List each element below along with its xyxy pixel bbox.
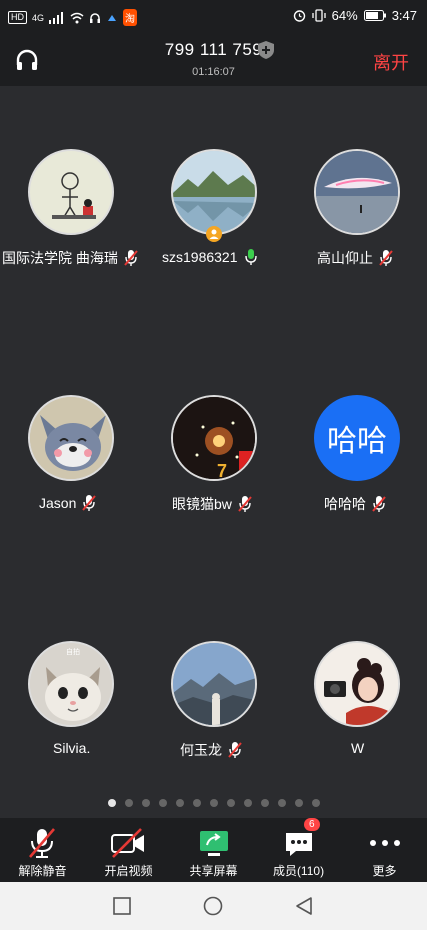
page-dot[interactable] xyxy=(209,799,218,807)
host-badge-icon xyxy=(206,226,222,242)
sky-cloud-avatar xyxy=(316,151,398,233)
avatar-participant-1[interactable] xyxy=(28,149,114,235)
headset-status-icon xyxy=(90,12,101,23)
avatar-participant-9[interactable] xyxy=(314,641,400,727)
share-screen-button[interactable]: 共享屏幕 xyxy=(171,818,256,882)
members-label: 成员(110) xyxy=(272,864,325,878)
page-dot[interactable] xyxy=(311,799,320,807)
video-off-icon xyxy=(111,828,144,858)
mic-muted-icon xyxy=(29,828,55,858)
more-button[interactable]: 更多 xyxy=(342,818,427,882)
share-screen-icon xyxy=(200,831,228,856)
participant-name: 眼镜猫bw xyxy=(172,496,232,512)
participant-name: W xyxy=(351,740,365,756)
battery-icon xyxy=(363,10,386,21)
battery-percent: 64% xyxy=(331,8,358,23)
meeting-duration: 01:16:07 xyxy=(192,66,235,78)
avatar-initials: 哈哈 xyxy=(327,425,387,458)
participant-name: Silvia. xyxy=(53,740,91,756)
participant-name: szs1986321 xyxy=(162,249,238,265)
page-dot[interactable] xyxy=(124,799,133,807)
page-dot[interactable] xyxy=(226,799,235,807)
page-dot[interactable] xyxy=(277,799,286,807)
cloud-app-icon xyxy=(108,14,117,21)
system-nav-bar xyxy=(0,882,427,930)
mic-muted-icon xyxy=(82,495,97,511)
mic-muted-icon xyxy=(228,742,242,758)
page-dot[interactable] xyxy=(158,799,167,807)
status-bar: HD 4G 淘 64% 3:47 xyxy=(0,0,427,34)
participant-name: 何玉龙 xyxy=(180,742,222,758)
page-dot[interactable] xyxy=(141,799,150,807)
unmute-button[interactable]: 解除静音 xyxy=(0,818,85,882)
hd-indicator: HD xyxy=(8,11,27,24)
meeting-id[interactable]: 799 111 759 xyxy=(0,40,427,60)
more-label: 更多 xyxy=(372,864,397,878)
leave-button[interactable]: 离开 xyxy=(373,49,409,75)
unmute-label: 解除静音 xyxy=(18,864,67,878)
mic-muted-icon xyxy=(379,250,393,266)
avatar-participant-7[interactable]: 自拍 xyxy=(28,641,114,727)
participant-4-name-row: Jason xyxy=(39,494,97,512)
share-screen-label: 共享屏幕 xyxy=(189,864,238,878)
back-icon[interactable] xyxy=(295,896,313,916)
meeting-header: 799 111 759 01:16:07 离开 xyxy=(0,34,427,86)
girl-camera-avatar xyxy=(316,643,398,725)
participant-3-name-row: 高山仰止 xyxy=(317,248,393,268)
page-dot[interactable] xyxy=(107,799,116,807)
members-button[interactable]: 6 成员(110) xyxy=(256,818,341,882)
participant-2-name-row: szs1986321 xyxy=(162,248,258,266)
mic-active-icon xyxy=(244,249,257,265)
clock: 3:47 xyxy=(391,8,417,23)
taobao-icon: 淘 xyxy=(123,9,138,26)
members-chat-icon xyxy=(286,833,312,856)
avatar-caption: 自拍 xyxy=(66,649,80,656)
signal-icon xyxy=(49,11,64,24)
participant-8-name-row: 何玉龙 xyxy=(180,740,242,760)
start-video-label: 开启视频 xyxy=(104,864,153,878)
page-indicator[interactable] xyxy=(0,799,427,807)
participant-name: 国际法学院 曲海瑞 xyxy=(2,250,118,266)
more-icon xyxy=(370,840,400,846)
avatar-participant-8[interactable] xyxy=(171,641,257,727)
cartoon-man-avatar xyxy=(52,172,96,219)
avatar-participant-2[interactable] xyxy=(171,149,257,235)
network-type: 4G xyxy=(32,12,45,23)
participant-name: 哈哈哈 xyxy=(324,496,366,512)
start-video-button[interactable]: 开启视频 xyxy=(86,818,171,882)
security-shield-icon[interactable] xyxy=(256,40,276,60)
avatar-participant-5[interactable]: 7 xyxy=(171,395,257,481)
wifi-icon xyxy=(70,12,84,23)
members-badge: 6 xyxy=(304,818,320,831)
fireworks-avatar: 7 xyxy=(173,397,255,481)
meeting-toolbar: 解除静音 开启视频 共享屏幕 6 成员(110) 更多 xyxy=(0,818,427,882)
recent-apps-icon[interactable] xyxy=(113,897,131,915)
participant-6-name-row: 哈哈哈 xyxy=(324,494,386,514)
mountain-statue-avatar xyxy=(173,643,255,725)
participant-9-name-row: W xyxy=(351,740,364,756)
tom-cat-avatar xyxy=(30,397,112,479)
participant-name: 高山仰止 xyxy=(317,250,373,266)
page-dot[interactable] xyxy=(192,799,201,807)
participant-5-name-row: 眼镜猫bw xyxy=(172,494,252,514)
page-dot[interactable] xyxy=(294,799,303,807)
avatar-participant-4[interactable] xyxy=(28,395,114,481)
mic-muted-icon xyxy=(238,496,252,512)
avatar-participant-3[interactable] xyxy=(314,149,400,235)
participant-1-name-row: 国际法学院 曲海瑞 xyxy=(2,248,138,268)
mic-muted-icon xyxy=(124,250,138,266)
alarm-icon xyxy=(293,10,305,22)
page-dot[interactable] xyxy=(260,799,269,807)
lake-landscape-avatar xyxy=(173,151,255,233)
avatar-participant-6[interactable]: 哈哈 xyxy=(314,395,400,481)
mic-muted-icon xyxy=(372,496,386,512)
participant-name: Jason xyxy=(39,495,77,511)
svg-text:7: 7 xyxy=(217,461,227,481)
page-dot[interactable] xyxy=(175,799,184,807)
vibrate-icon xyxy=(312,9,326,22)
page-dot[interactable] xyxy=(243,799,252,807)
home-icon[interactable] xyxy=(203,896,223,916)
participant-7-name-row: Silvia. xyxy=(53,740,90,756)
